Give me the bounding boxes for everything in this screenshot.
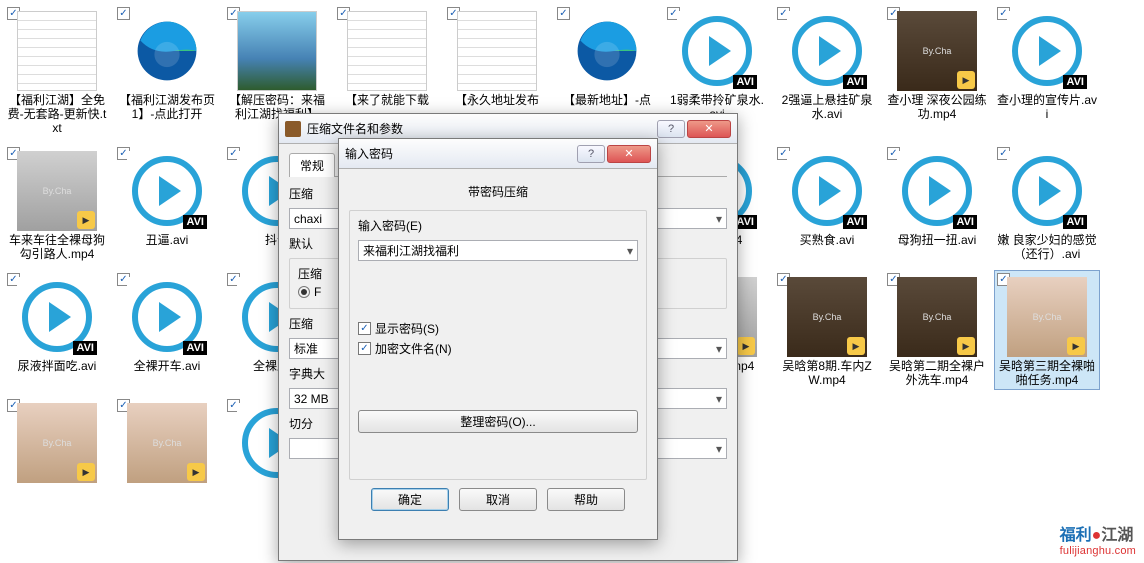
file-item[interactable]: ✓By.Cha▶吴晗第三期全裸啪啪任务.mp4	[994, 270, 1100, 390]
close-button[interactable]: ✕	[687, 120, 731, 138]
file-label: 尿液拌面吃.avi	[7, 359, 107, 373]
file-item[interactable]: ✓【福利江湖】全免费-无套路-更新快.txt	[4, 4, 110, 138]
file-label: 吴晗第8期.车内ZW.mp4	[777, 359, 877, 387]
label-enter-password: 输入密码(E)	[358, 217, 638, 234]
help-button[interactable]: 帮助	[547, 488, 625, 511]
file-thumbnail: AVI	[1007, 11, 1087, 91]
file-label: 【最新地址】-点	[557, 93, 657, 107]
file-label: 吴晗第二期全裸户外洗车.mp4	[887, 359, 987, 387]
file-thumbnail: By.Cha▶	[897, 11, 977, 91]
dialog-title: 压缩文件名和参数	[307, 120, 651, 137]
file-label: 查小理的宣传片.avi	[997, 93, 1097, 121]
file-thumbnail	[127, 11, 207, 91]
file-item[interactable]: ✓By.Cha▶车来车往全裸母狗勾引路人.mp4	[4, 144, 110, 264]
file-item[interactable]: ✓【福利江湖发布页1】-点此打开	[114, 4, 220, 138]
file-item[interactable]: ✓By.Cha▶吴晗第8期.车内ZW.mp4	[774, 270, 880, 390]
checkbox-show-password[interactable]: ✓显示密码(S)	[358, 320, 638, 337]
help-button[interactable]: ?	[657, 120, 685, 138]
file-thumbnail	[567, 11, 647, 91]
file-item[interactable]: ✓AVI2强逼上悬挂矿泉水.avi	[774, 4, 880, 138]
label-archive-name: 压缩	[289, 185, 313, 202]
file-thumbnail: By.Cha▶	[127, 403, 207, 483]
file-thumbnail: By.Cha▶	[17, 403, 97, 483]
file-thumbnail	[457, 11, 537, 91]
file-label: 2强逼上悬挂矿泉水.avi	[777, 93, 877, 121]
file-item[interactable]: ✓By.Cha▶	[114, 396, 220, 488]
password-dialog: 输入密码 ? ✕ 带密码压缩 输入密码(E) 来福利江湖找福利 ✓显示密码(S)…	[338, 138, 658, 540]
file-item[interactable]: ✓AVI丑逼.avi	[114, 144, 220, 264]
ok-button[interactable]: 确定	[371, 488, 449, 511]
file-label: 【来了就能下载	[337, 93, 437, 107]
file-label: 车来车往全裸母狗勾引路人.mp4	[7, 233, 107, 261]
file-item[interactable]: ✓AVI尿液拌面吃.avi	[4, 270, 110, 390]
file-thumbnail	[17, 11, 97, 91]
label-default: 默认	[289, 235, 313, 252]
file-label: 查小理 深夜公园练功.mp4	[887, 93, 987, 121]
close-button[interactable]: ✕	[607, 145, 651, 163]
password-heading: 带密码压缩	[349, 183, 647, 200]
watermark: 福利●江湖 fulijianghu.com	[1060, 521, 1136, 557]
file-label: 全裸开车.avi	[117, 359, 217, 373]
file-thumbnail: By.Cha▶	[897, 277, 977, 357]
label-split: 切分	[289, 415, 313, 432]
file-label: 买熟食.avi	[777, 233, 877, 247]
file-thumbnail: AVI	[1007, 151, 1087, 231]
file-thumbnail: By.Cha▶	[787, 277, 867, 357]
tab-general[interactable]: 常规	[289, 153, 335, 177]
file-item[interactable]: ✓AVI全裸开车.avi	[114, 270, 220, 390]
file-item[interactable]: ✓By.Cha▶查小理 深夜公园练功.mp4	[884, 4, 990, 138]
app-icon	[285, 121, 301, 137]
file-label: 【福利江湖】全免费-无套路-更新快.txt	[7, 93, 107, 135]
file-thumbnail	[347, 11, 427, 91]
manage-passwords-button[interactable]: 整理密码(O)...	[358, 410, 638, 433]
file-label: 【永久地址发布	[447, 93, 547, 107]
label-level: 压缩	[289, 315, 313, 332]
file-thumbnail: AVI	[897, 151, 977, 231]
file-item[interactable]: ✓AVI查小理的宣传片.avi	[994, 4, 1100, 138]
file-item[interactable]: ✓AVI嫩 良家少妇的感觉（还行）.avi	[994, 144, 1100, 264]
file-label: 母狗扭一扭.avi	[887, 233, 987, 247]
file-thumbnail: AVI	[17, 277, 97, 357]
label-dict: 字典大	[289, 365, 325, 382]
checkbox-encrypt-filenames[interactable]: ✓加密文件名(N)	[358, 340, 638, 357]
file-thumbnail: AVI	[787, 151, 867, 231]
help-button[interactable]: ?	[577, 145, 605, 163]
cancel-button[interactable]: 取消	[459, 488, 537, 511]
file-label: 【福利江湖发布页1】-点此打开	[117, 93, 217, 121]
file-thumbnail: AVI	[127, 151, 207, 231]
file-label: 嫩 良家少妇的感觉（还行）.avi	[997, 233, 1097, 261]
file-item[interactable]: ✓AVI母狗扭一扭.avi	[884, 144, 990, 264]
password-input[interactable]: 来福利江湖找福利	[358, 240, 638, 261]
file-item[interactable]: ✓By.Cha▶吴晗第二期全裸户外洗车.mp4	[884, 270, 990, 390]
file-thumbnail: AVI	[127, 277, 207, 357]
file-item[interactable]: ✓By.Cha▶	[4, 396, 110, 488]
file-label: 吴晗第三期全裸啪啪任务.mp4	[997, 359, 1097, 387]
file-thumbnail: AVI	[787, 11, 867, 91]
file-label: 丑逼.avi	[117, 233, 217, 247]
file-thumbnail: By.Cha▶	[17, 151, 97, 231]
file-thumbnail: By.Cha▶	[1007, 277, 1087, 357]
dialog-title: 输入密码	[345, 145, 571, 162]
file-thumbnail: AVI	[677, 11, 757, 91]
file-thumbnail	[237, 11, 317, 91]
titlebar[interactable]: 输入密码 ? ✕	[339, 139, 657, 169]
file-item[interactable]: ✓AVI买熟食.avi	[774, 144, 880, 264]
